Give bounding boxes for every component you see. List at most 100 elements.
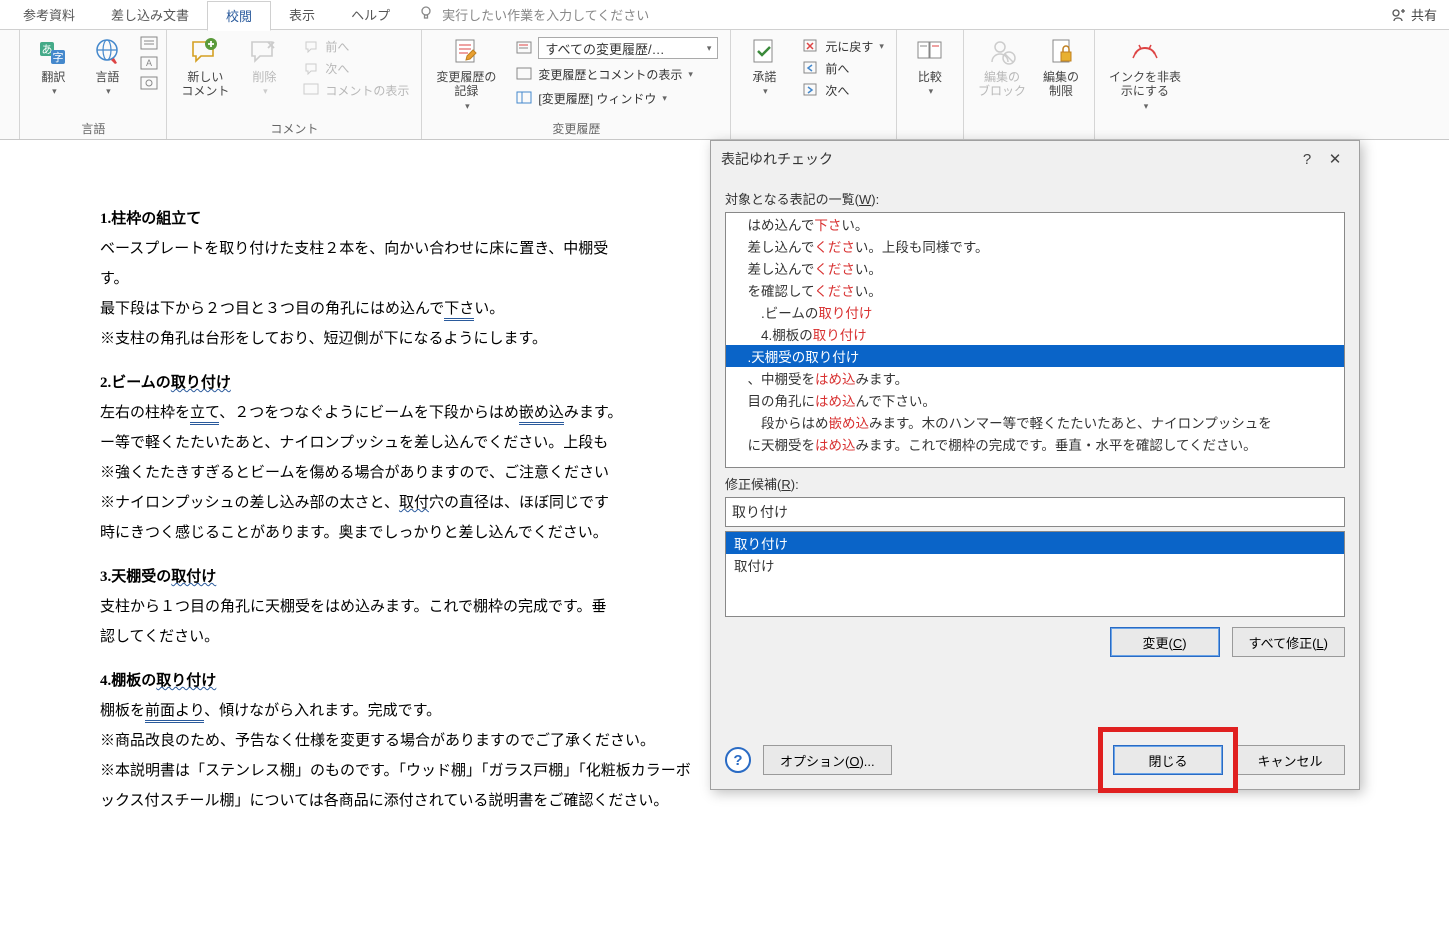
dropdown-icon: ▾ [879,41,884,52]
group-compare: 比較 ▾ [897,30,964,139]
language-button[interactable]: 言語 ▾ [82,34,132,99]
tab-mailings[interactable]: 差し込み文書 [93,0,207,30]
small-icon-1[interactable] [140,34,158,52]
svg-text:字: 字 [53,50,64,64]
tab-references[interactable]: 参考資料 [5,0,93,30]
display-review-icon [516,39,534,57]
dropdown-icon: ▾ [52,86,57,97]
list-item[interactable]: 差し込んでください。 [726,257,1344,279]
small-icon-3[interactable] [140,74,158,92]
hide-ink-button[interactable]: インクを非表 示にする ▾ [1103,34,1187,114]
next-change-icon [803,81,821,99]
dropdown-icon: ▾ [662,93,667,104]
tab-review[interactable]: 校閲 [207,1,271,31]
language-icon [91,36,123,68]
restrict-editing-button[interactable]: 編集の 制限 [1036,34,1086,101]
delete-comment-icon [248,36,280,68]
group-changes: 承諾 ▾ 元に戻す ▾ 前へ 次へ [731,30,897,139]
next-change-button[interactable]: 次へ [799,80,888,100]
tell-me-search[interactable]: 実行したい作業を入力してください [418,5,649,24]
prev-icon [303,37,321,55]
help-icon[interactable]: ? [725,747,751,773]
list-item[interactable]: 差し込んでください。上段も同様です。 [726,235,1344,257]
reviewing-pane-button[interactable]: [変更履歴] ウィンドウ ▾ [512,88,722,108]
dropdown-icon: ▾ [106,86,111,97]
list-item[interactable]: 、中棚受をはめ込みます。 [726,367,1344,389]
reject-button[interactable]: 元に戻す ▾ [799,36,888,56]
ribbon: あ字 翻訳 ▾ 言語 ▾ A 言語 [0,30,1449,140]
list-item[interactable]: 4.棚板の取り付け [726,323,1344,345]
prev-comment-button: 前へ [299,36,413,56]
hide-ink-icon [1129,36,1161,68]
group-tracking: 変更履歴の 記録 ▾ すべての変更履歴/…▾ 変更履歴とコメントの表示 ▾ [変… [422,30,731,139]
dropdown-icon: ▾ [1144,101,1149,112]
delete-comment-button: 削除 ▾ [239,34,289,99]
track-changes-button[interactable]: 変更履歴の 記録 ▾ [430,34,502,114]
list-item[interactable]: を確認してください。 [726,279,1344,301]
list-item[interactable]: .ビームの取り付け [726,301,1344,323]
block-authors-button: 編集の ブロック [972,34,1032,101]
share-label: 共有 [1411,5,1437,24]
accept-button[interactable]: 承諾 ▾ [739,34,789,99]
candidate-input[interactable]: 取り付け [725,497,1345,527]
change-button[interactable]: 変更(C) [1110,627,1220,657]
options-button[interactable]: オプション(O)... [763,745,892,775]
dropdown-icon: ▾ [465,101,470,112]
group-language: あ字 翻訳 ▾ 言語 ▾ A 言語 [20,30,167,139]
show-comments-button: コメントの表示 [299,80,413,100]
dropdown-icon: ▾ [688,69,693,80]
list-item[interactable]: 段からはめ嵌め込みます。木のハンマー等で軽くたたいたあと、ナイロンプッシュを [726,411,1344,433]
tab-help[interactable]: ヘルプ [333,0,408,30]
list-item[interactable]: に天棚受をはめ込みます。これで棚枠の完成です。垂直・水平を確認してください。 [726,433,1344,455]
candidate-listbox[interactable]: 取り付け取付け [725,531,1345,617]
help-button[interactable]: ? [1293,151,1321,168]
block-authors-icon [986,36,1018,68]
group-comments: 新しい コメント 削除 ▾ 前へ 次へ [167,30,422,139]
list-item[interactable]: はめ込んで下さい。 [726,213,1344,235]
reviewing-pane-icon [516,89,534,107]
next-comment-button: 次へ [299,58,413,78]
svg-text:あ: あ [42,43,53,56]
list-item[interactable]: 目の角孔にはめ込んで下さい。 [726,389,1344,411]
cancel-button[interactable]: キャンセル [1235,745,1345,775]
group-ink: インクを非表 示にする ▾ [1095,30,1195,139]
show-markup-button[interactable]: 変更履歴とコメントの表示 ▾ [512,64,722,84]
close-button[interactable]: 閉じる [1113,745,1223,775]
restrict-editing-icon [1045,36,1077,68]
display-for-review-select[interactable]: すべての変更履歴/…▾ [512,36,722,60]
candidate-item[interactable]: 取付け [726,554,1344,576]
ribbon-tabs: 参考資料 差し込み文書 校閲 表示 ヘルプ 実行したい作業を入力してください 共… [0,0,1449,30]
hyoki-yure-dialog: 表記ゆれチェック ? ✕ 対象となる表記の一覧(W): はめ込んで下さい。 差し… [710,140,1360,790]
translate-icon: あ字 [37,36,69,68]
tell-me-placeholder: 実行したい作業を入力してください [442,5,649,24]
show-markup-icon [516,65,534,83]
close-x-button[interactable]: ✕ [1321,150,1349,168]
dropdown-icon: ▾ [929,86,934,97]
translate-button[interactable]: あ字 翻訳 ▾ [28,34,78,99]
dialog-title: 表記ゆれチェック [721,149,833,169]
prev-change-button[interactable]: 前へ [799,58,888,78]
compare-icon [914,36,946,68]
tab-view[interactable]: 表示 [271,0,333,30]
share-button[interactable]: 共有 [1391,5,1437,24]
small-icon-2[interactable]: A [140,54,158,72]
expression-listbox[interactable]: はめ込んで下さい。 差し込んでください。上段も同様です。 差し込んでください。 … [725,212,1345,468]
show-comments-icon [303,81,321,99]
candidate-label: 修正候補(R): [725,474,1345,493]
dropdown-icon: ▾ [263,86,268,97]
change-all-button[interactable]: すべて修正(L) [1232,627,1345,657]
list-label: 対象となる表記の一覧(W): [725,189,1345,208]
compare-button[interactable]: 比較 ▾ [905,34,955,99]
dropdown-icon: ▾ [763,86,768,97]
group-protect: 編集の ブロック 編集の 制限 [964,30,1095,139]
reject-icon [803,37,821,55]
new-comment-button[interactable]: 新しい コメント [175,34,235,101]
lightbulb-icon [418,5,434,24]
candidate-item[interactable]: 取り付け [726,532,1344,554]
accept-icon [748,36,780,68]
new-comment-icon [189,36,221,68]
track-changes-icon [450,36,482,68]
next-icon [303,59,321,77]
list-item[interactable]: .天棚受の取り付け [726,345,1344,367]
prev-change-icon [803,59,821,77]
